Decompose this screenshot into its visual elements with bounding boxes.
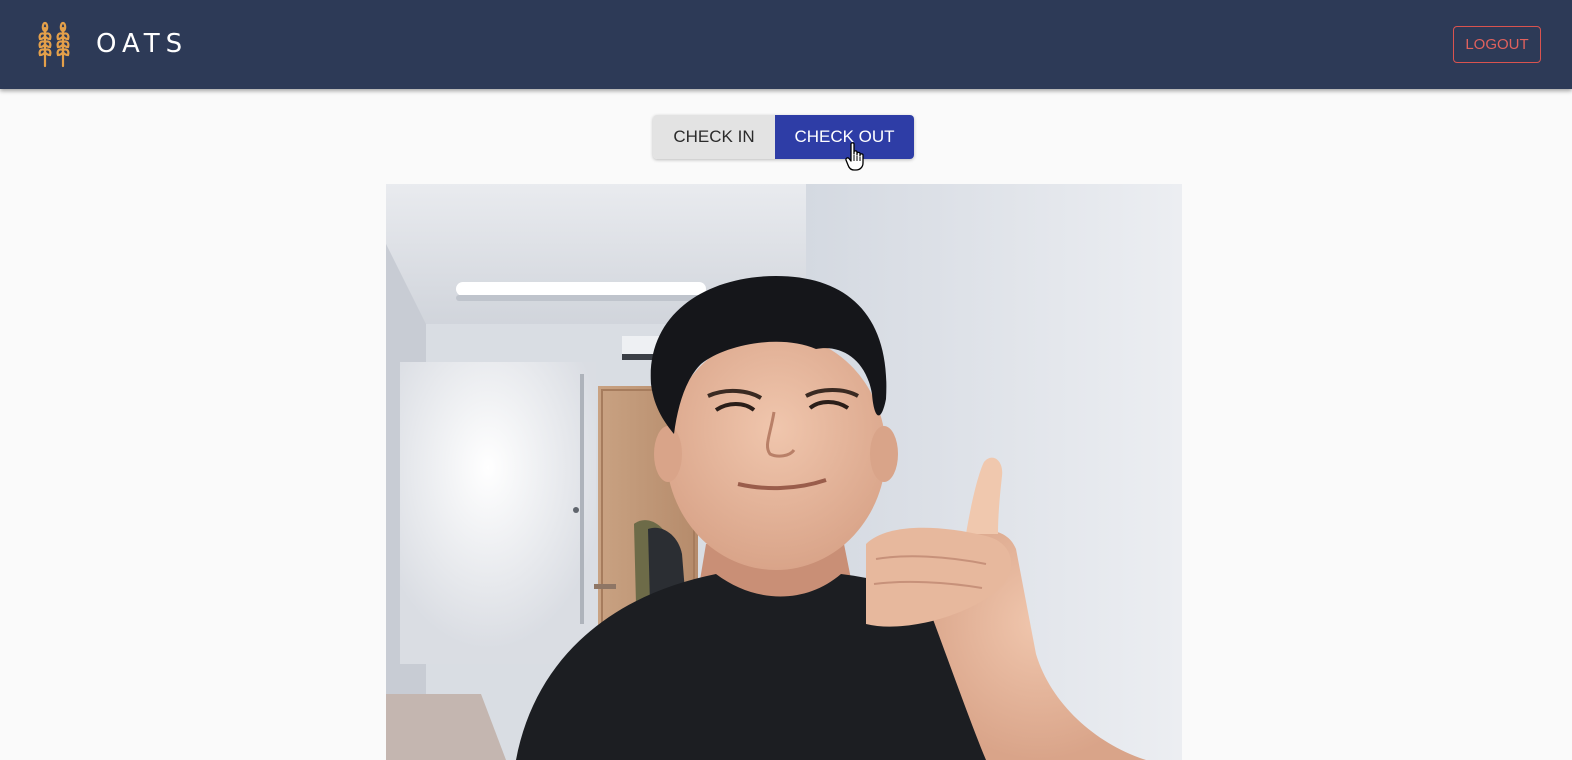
logout-button[interactable]: LOGOUT	[1453, 26, 1541, 63]
check-in-button[interactable]: CHECK IN	[653, 115, 775, 159]
brand: OATS	[34, 20, 188, 68]
camera-frame-image	[386, 184, 1182, 760]
hand-pointer-cursor-icon	[845, 142, 864, 171]
app-title: OATS	[96, 29, 189, 59]
camera-preview	[386, 184, 1182, 760]
wheat-icon	[38, 21, 70, 68]
attendance-toggle-group: CHECK IN CHECK OUT	[653, 115, 914, 159]
app-bar: OATS LOGOUT	[0, 0, 1572, 89]
